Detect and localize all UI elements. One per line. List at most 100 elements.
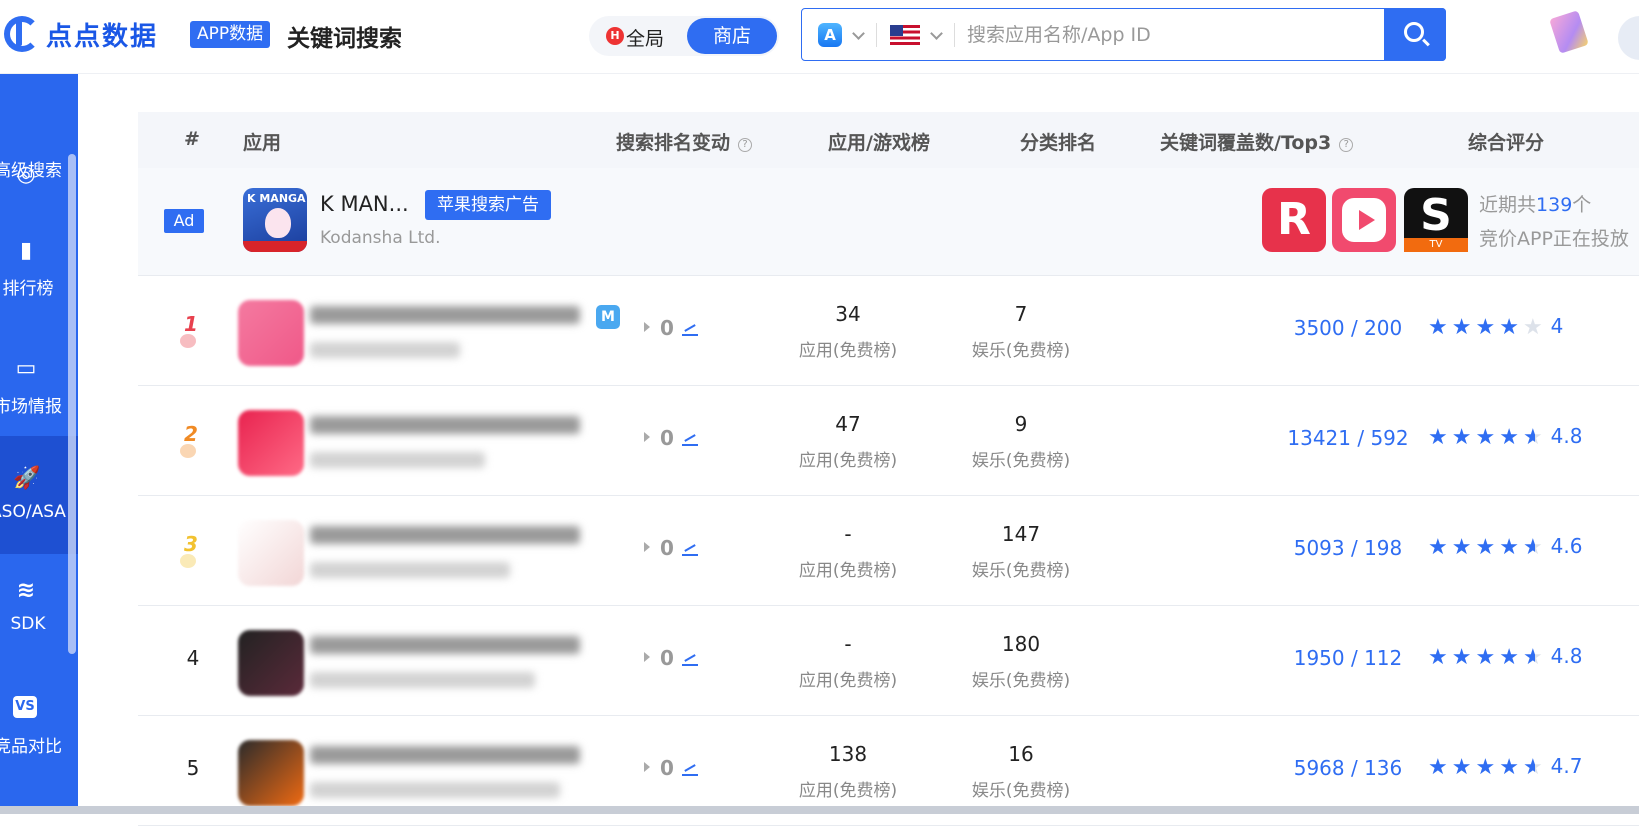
sidebar-item-advanced-search[interactable]: ◎ 高级搜索 xyxy=(0,112,78,230)
chevron-down-icon[interactable] xyxy=(930,27,943,40)
developer-redacted xyxy=(310,782,560,798)
star-icon: ★ xyxy=(1451,535,1472,560)
rank-change[interactable]: 0 xyxy=(644,646,698,670)
rank-change[interactable]: 0 xyxy=(644,536,698,560)
competitor-app-icon[interactable]: S TV xyxy=(1404,188,1468,252)
ad-tag: Ad xyxy=(164,209,204,233)
col-search-change: 搜索排名变动? xyxy=(616,128,753,155)
search-button[interactable] xyxy=(1384,8,1446,61)
chart-rank: - xyxy=(844,522,852,546)
gift-card-icon[interactable] xyxy=(1549,10,1589,54)
triangle-icon xyxy=(644,542,650,552)
top-header: 点点数据 APP数据 关键词搜索 H 全局 商店 A xyxy=(0,0,1639,74)
help-icon[interactable]: ? xyxy=(1339,138,1354,152)
scope-store-option[interactable]: 商店 xyxy=(687,18,777,54)
star-icon: ★ xyxy=(1499,755,1519,780)
star-icon: ★ xyxy=(1475,425,1496,450)
trend-chart-icon[interactable] xyxy=(681,653,698,666)
app-icon[interactable] xyxy=(238,520,304,586)
rating-stars: ★ ★ ★ ★ ★ 4.6 xyxy=(1428,534,1582,561)
rank-change[interactable]: 0 xyxy=(644,426,698,450)
app-name[interactable]: K MAN... xyxy=(320,192,409,216)
m-badge-icon: M xyxy=(596,305,620,329)
app-name-redacted[interactable] xyxy=(310,306,580,324)
trend-chart-icon[interactable] xyxy=(681,433,698,446)
us-flag-icon[interactable] xyxy=(890,25,920,45)
app-name-redacted[interactable] xyxy=(310,746,580,764)
star-icon: ★ xyxy=(1499,425,1519,450)
sidebar-item-ranking[interactable]: ▮ 排行榜 xyxy=(0,230,78,348)
app-icon[interactable] xyxy=(238,740,304,806)
bidding-note[interactable]: 近期共139个 竞价APP正在投放 xyxy=(1479,188,1629,256)
developer-redacted xyxy=(310,342,460,358)
trend-chart-icon[interactable] xyxy=(681,543,698,556)
avatar[interactable] xyxy=(1618,16,1639,60)
sidebar-item-compare[interactable]: VS 竞品对比 xyxy=(0,678,78,796)
sidebar-item-sdk[interactable]: ≋ SDK xyxy=(0,558,78,676)
app-icon[interactable] xyxy=(238,630,304,696)
category-label: 娱乐(免费榜) xyxy=(971,781,1071,801)
table-row[interactable]: 1 M 0 34 应用(免费榜) 7 娱乐(免费榜) 3500 / 200 ★ ★ ★ ★ ★ 4 xyxy=(138,276,1639,386)
bidding-count[interactable]: 139 xyxy=(1536,194,1572,216)
col-search-change-label: 搜索排名变动 xyxy=(616,132,731,154)
sidebar-item-aso-asa[interactable]: 🚀 ASO/ASA xyxy=(0,436,78,554)
app-icon[interactable]: K MANGA xyxy=(243,188,307,252)
rank-change-value: 0 xyxy=(660,756,674,780)
category-label: 娱乐(免费榜) xyxy=(971,561,1071,581)
app-icon[interactable] xyxy=(238,300,304,366)
search-input[interactable] xyxy=(967,21,1387,49)
app-name-redacted[interactable] xyxy=(310,526,580,544)
rank-change[interactable]: 0 xyxy=(644,316,698,340)
competitor-app-icon[interactable]: R xyxy=(1262,188,1326,252)
search-bar: A xyxy=(801,8,1446,61)
table-row[interactable]: 4 0- 应用(免费榜) 180 娱乐(免费榜) 1950 / 112 ★ ★ ★ ★ ★ 4.8 xyxy=(138,606,1639,716)
star-icon: ★ xyxy=(1428,535,1448,560)
layers-icon: ≋ xyxy=(16,578,36,603)
star-icon: ★ xyxy=(1499,645,1519,670)
app-name-redacted[interactable] xyxy=(310,636,580,654)
star-icon: ★ xyxy=(1451,425,1472,450)
rank-number: 1 xyxy=(184,312,198,336)
star-icon: ★ xyxy=(1451,755,1472,780)
rank-number: 2 xyxy=(184,422,198,446)
trend-chart-icon[interactable] xyxy=(681,763,698,776)
chart-label: 应用(免费榜) xyxy=(798,451,898,471)
col-rating: 综合评分 xyxy=(1468,132,1545,154)
chevron-down-icon[interactable] xyxy=(852,27,865,40)
ad-row[interactable]: Ad K MANGA K MAN... 苹果搜索广告 Kodansha Ltd.… xyxy=(138,168,1639,276)
col-coverage-label: 关键词覆盖数/Top3 xyxy=(1160,132,1332,154)
sidebar-item-label: 竞品对比 xyxy=(0,737,62,757)
star-icon: ★ xyxy=(1522,645,1543,670)
app-icon[interactable] xyxy=(238,410,304,476)
app-store-icon[interactable]: A xyxy=(818,23,842,47)
chart-label: 应用(免费榜) xyxy=(798,341,898,361)
logo-text[interactable]: 点点数据 xyxy=(46,16,158,53)
vs-icon: VS xyxy=(13,696,37,718)
sidebar-scrollbar[interactable] xyxy=(68,154,76,654)
table-row[interactable]: 2 0 47 应用(免费榜) 9 娱乐(免费榜) 13421 / 592 ★ ★ ★ ★ ★ 4.8 xyxy=(138,386,1639,496)
rank-change-value: 0 xyxy=(660,536,674,560)
table-row[interactable]: 3 0- 应用(免费榜) 147 娱乐(免费榜) 5093 / 198 ★ ★ ★ ★ ★ 4.6 xyxy=(138,496,1639,606)
logo-icon[interactable] xyxy=(4,16,40,52)
category-label: 娱乐(免费榜) xyxy=(971,671,1071,691)
divider xyxy=(876,23,877,47)
competitor-app-icon[interactable] xyxy=(1332,188,1396,252)
rank-medal-icon: 3 xyxy=(178,532,204,568)
sidebar-item-label: SDK xyxy=(10,614,46,634)
rating-score: 4.7 xyxy=(1550,754,1583,778)
app-data-badge: APP数据 xyxy=(190,21,271,48)
scope-all-option[interactable]: 全局 xyxy=(626,24,664,51)
developer-redacted xyxy=(310,452,485,468)
category-rank: 16 xyxy=(1008,742,1034,766)
logo-icon-stem xyxy=(16,20,22,46)
app-name-redacted[interactable] xyxy=(310,416,580,434)
horizontal-scrollbar[interactable] xyxy=(0,806,1639,814)
col-app: 应用 xyxy=(243,132,282,154)
help-icon[interactable]: ? xyxy=(738,138,753,152)
rank-change[interactable]: 0 xyxy=(644,756,698,780)
table-header: # 应用 搜索排名变动? 应用/游戏榜 分类排名 关键词覆盖数/Top3? 综合… xyxy=(138,112,1639,168)
star-icon: ★ xyxy=(1475,755,1496,780)
search-ads-badge[interactable]: 苹果搜索广告 xyxy=(425,190,551,220)
star-icon: ★ xyxy=(1428,645,1448,670)
trend-chart-icon[interactable] xyxy=(681,323,698,336)
